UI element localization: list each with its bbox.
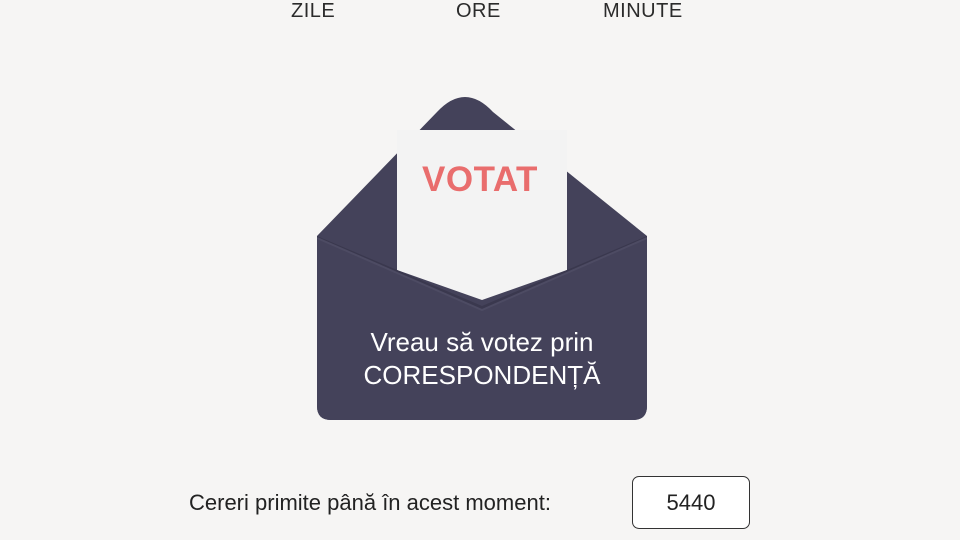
requests-label: Cereri primite până în acest moment:: [189, 490, 551, 515]
page: ZILE ORE MINUTE VOTAT Vreau să votez pri…: [0, 0, 960, 540]
requests-counter-row: Cereri primite până în acest moment: 544…: [0, 476, 960, 532]
letter-paper: [397, 130, 567, 300]
countdown-labels: ZILE ORE MINUTE: [0, 0, 960, 24]
vote-by-mail-button[interactable]: VOTAT Vreau să votez prin CORESPONDENȚĂ: [317, 88, 647, 420]
cta-line-2: CORESPONDENȚĂ: [363, 360, 601, 390]
countdown-minutes-label: MINUTE: [603, 0, 683, 22]
cta-text: Vreau să votez prin CORESPONDENȚĂ: [317, 326, 647, 392]
countdown-hours-label: ORE: [456, 0, 501, 22]
cta-line-1: Vreau să votez prin: [370, 327, 594, 357]
voted-stamp: VOTAT: [422, 160, 538, 199]
countdown-days-label: ZILE: [291, 0, 336, 22]
requests-count-box: 5440: [632, 476, 750, 529]
